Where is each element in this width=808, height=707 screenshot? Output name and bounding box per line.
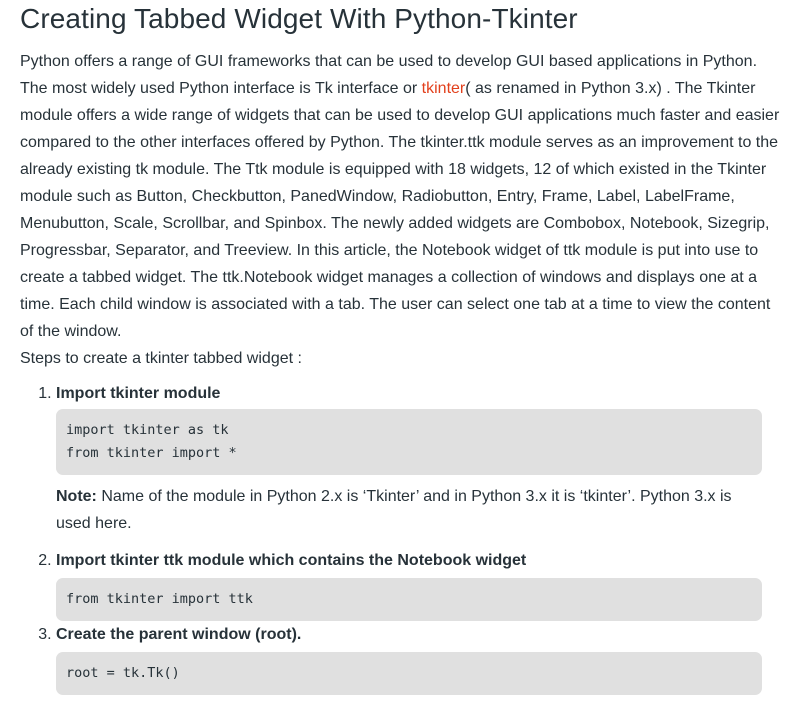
- code-line: import tkinter as tk: [66, 422, 229, 438]
- step-item: Create the parent window (root). root = …: [56, 621, 788, 695]
- code-block: from tkinter import ttk: [56, 578, 762, 621]
- code-block: import tkinter as tk from tkinter import …: [56, 409, 762, 475]
- note-label: Note:: [56, 488, 97, 505]
- article: Creating Tabbed Widget With Python-Tkint…: [0, 0, 808, 707]
- page-title: Creating Tabbed Widget With Python-Tkint…: [20, 3, 578, 34]
- steps-intro: Steps to create a tkinter tabbed widget …: [20, 350, 302, 367]
- intro-paragraph: Python offers a range of GUI frameworks …: [20, 48, 785, 345]
- intro-text-after-link: ( as renamed in Python 3.x) . The Tkinte…: [20, 80, 780, 340]
- step-title: Import tkinter module: [56, 385, 221, 402]
- code-line: root = tk.Tk(): [66, 665, 180, 681]
- steps-list: Import tkinter module import tkinter as …: [20, 380, 788, 695]
- code-line: from tkinter import *: [66, 445, 237, 461]
- step-item: Import tkinter module import tkinter as …: [56, 380, 788, 537]
- tkinter-link[interactable]: tkinter: [422, 80, 466, 97]
- code-block: root = tk.Tk(): [56, 652, 762, 695]
- note: Note: Name of the module in Python 2.x i…: [56, 483, 768, 537]
- note-text: Name of the module in Python 2.x is ‘Tki…: [56, 488, 732, 532]
- step-title: Import tkinter ttk module which contains…: [56, 552, 527, 569]
- code-line: from tkinter import ttk: [66, 591, 253, 607]
- step-title: Create the parent window (root).: [56, 626, 302, 643]
- step-item: Import tkinter ttk module which contains…: [56, 547, 788, 621]
